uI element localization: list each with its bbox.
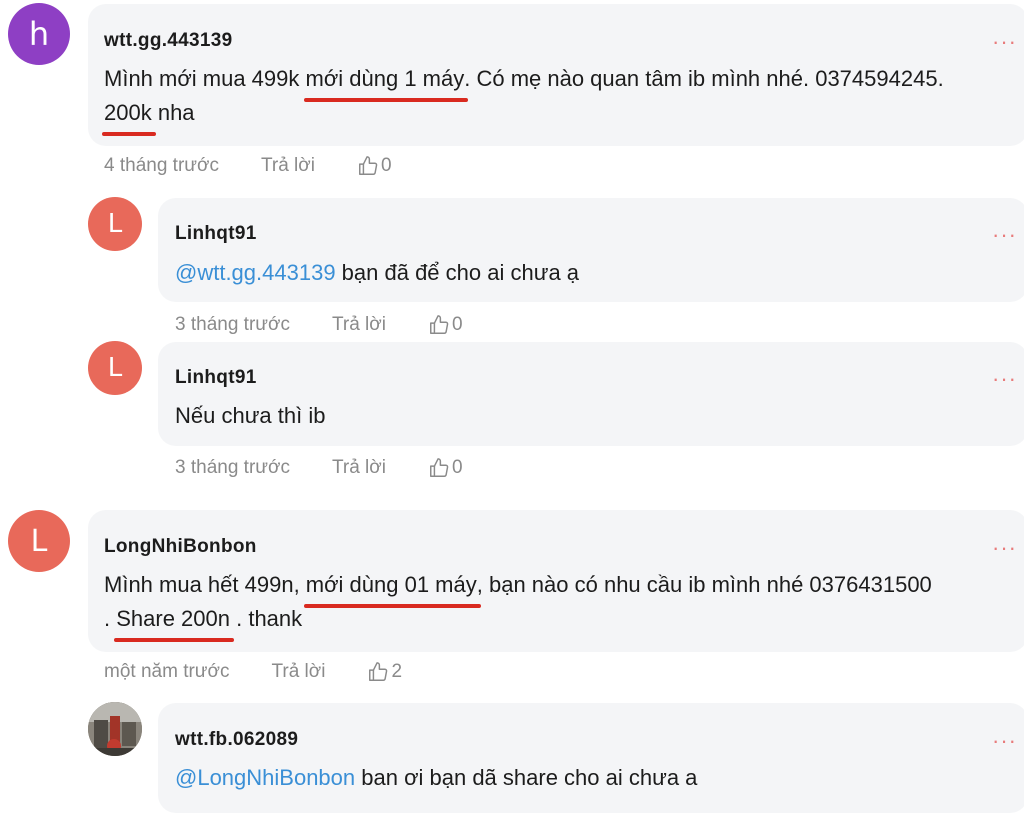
more-options-icon[interactable]: ···	[992, 31, 1017, 53]
like-button[interactable]: 0	[428, 457, 463, 479]
timestamp: 4 tháng trước	[104, 155, 219, 176]
reply-button[interactable]: Trả lời	[271, 661, 325, 683]
comment-meta: 3 tháng trước Trả lời 0	[175, 314, 463, 336]
avatar-photo[interactable]	[88, 702, 142, 756]
comment-text: @LongNhiBonbon ban ơi bạn dã share cho a…	[175, 765, 698, 790]
comment-text: Mình mới mua 499k mới dùng 1 máy. Có mẹ …	[102, 62, 944, 136]
highlight-underline: mới dùng 01 máy	[303, 568, 481, 608]
highlight-underline: Share 200n	[114, 602, 234, 642]
avatar[interactable]: L	[8, 510, 70, 572]
reply-button[interactable]: Trả lời	[332, 314, 386, 336]
comment-text: Nếu chưa thì ib	[175, 403, 326, 428]
avatar[interactable]: L	[88, 197, 142, 251]
avatar[interactable]: h	[8, 3, 70, 65]
comment-author[interactable]: wtt.fb.062089	[175, 729, 298, 751]
comment-author[interactable]: LongNhiBonbon	[104, 536, 257, 558]
reply-button[interactable]: Trả lời	[332, 457, 386, 479]
like-count: 0	[380, 155, 392, 176]
comment-meta: một năm trước Trả lời 2	[104, 661, 402, 683]
highlight-underline: 200k	[102, 96, 156, 136]
more-options-icon[interactable]: ···	[992, 537, 1017, 559]
comment-author[interactable]: Linhqt91	[175, 367, 257, 389]
comment-author[interactable]: wtt.gg.443139	[104, 30, 233, 52]
comment-bubble	[158, 703, 1024, 813]
like-button[interactable]: 0	[428, 314, 463, 336]
comment-author[interactable]: Linhqt91	[175, 223, 257, 245]
avatar[interactable]: L	[88, 341, 142, 395]
thumbs-up-icon	[429, 458, 449, 477]
like-count: 0	[451, 457, 463, 478]
mention-link[interactable]: @LongNhiBonbon	[175, 765, 355, 790]
more-options-icon[interactable]: ···	[992, 368, 1017, 390]
timestamp: 3 tháng trước	[175, 314, 290, 335]
like-button[interactable]: 2	[367, 661, 402, 683]
comment-meta: 3 tháng trước Trả lời 0	[175, 457, 463, 479]
comment-text: Mình mua hết 499n, mới dùng 01 máy, bạn …	[104, 568, 932, 642]
like-count: 0	[451, 314, 463, 335]
thumbs-up-icon	[358, 156, 378, 175]
mention-link[interactable]: @wtt.gg.443139	[175, 260, 336, 285]
timestamp: một năm trước	[104, 661, 230, 682]
like-count: 2	[391, 661, 403, 682]
comment-meta: 4 tháng trước Trả lời 0	[104, 155, 392, 177]
highlight-underline: mới dùng 1 máy	[303, 62, 468, 102]
thumbs-up-icon	[429, 315, 449, 334]
comment-text: @wtt.gg.443139 bạn đã để cho ai chưa ạ	[175, 260, 580, 285]
like-button[interactable]: 0	[357, 155, 392, 177]
more-options-icon[interactable]: ···	[992, 730, 1017, 752]
reply-button[interactable]: Trả lời	[261, 155, 315, 177]
thumbs-up-icon	[369, 662, 388, 681]
timestamp: 3 tháng trước	[175, 457, 290, 478]
more-options-icon[interactable]: ···	[992, 224, 1017, 246]
profile-photo-icon	[88, 702, 142, 756]
